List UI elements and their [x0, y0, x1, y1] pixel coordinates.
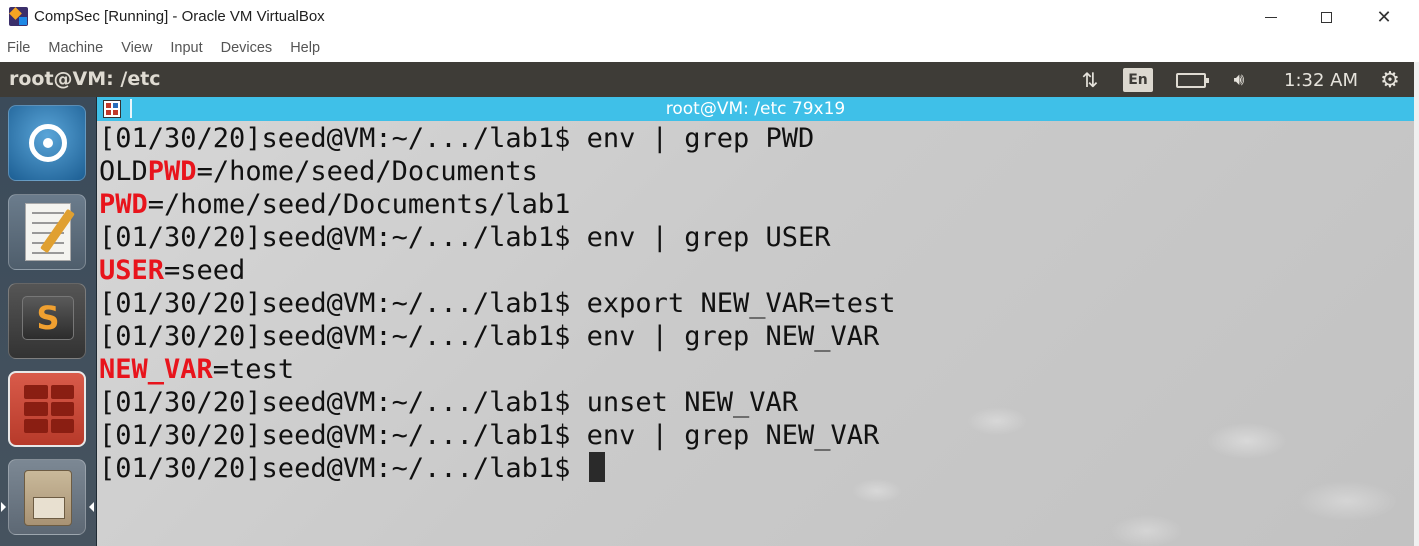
close-icon: ✕ — [1376, 6, 1392, 28]
shell-command: env | grep NEW_VAR — [570, 321, 880, 352]
menu-file[interactable]: File — [7, 40, 30, 56]
volume-icon[interactable]: 🔊︎ — [1222, 68, 1256, 92]
minimize-button[interactable] — [1242, 0, 1300, 34]
shell-command: export NEW_VAR=test — [570, 288, 896, 319]
virtualbox-icon — [9, 7, 28, 26]
output-value: =seed — [164, 255, 246, 286]
terminal-output-line: OLDPWD=/home/seed/Documents — [99, 155, 896, 188]
output-value: =test — [212, 354, 295, 385]
focused-indicator-icon — [89, 502, 94, 512]
host-window-edge — [1414, 62, 1419, 546]
close-button[interactable]: ✕ — [1355, 0, 1413, 34]
terminal-cursor — [588, 452, 605, 482]
network-arrows-icon[interactable]: ⇅ — [1075, 68, 1105, 92]
terminal-command-line: [01/30/20]seed@VM:~/.../lab1$ env | grep… — [99, 419, 896, 452]
grep-match-highlight: PWD — [99, 189, 148, 220]
running-indicator-icon — [1, 502, 6, 512]
sublime-text-icon[interactable]: S — [8, 283, 86, 359]
terminal-output-line: PWD=/home/seed/Documents/lab1 — [99, 188, 896, 221]
terminal-command-line: [01/30/20]seed@VM:~/.../lab1$ — [99, 452, 896, 485]
menu-help[interactable]: Help — [290, 40, 320, 56]
battery-icon[interactable] — [1173, 68, 1209, 92]
shell-prompt: [01/30/20]seed@VM:~/.../lab1$ — [99, 288, 571, 319]
ubuntu-top-panel: root@VM: /etc ⇅ En 🔊︎ 1:32 AM ⚙ — [0, 62, 1414, 97]
gear-icon[interactable]: ⚙ — [1375, 68, 1405, 93]
terminal-output: [01/30/20]seed@VM:~/.../lab1$ env | grep… — [99, 122, 896, 485]
menu-view[interactable]: View — [121, 40, 152, 56]
text-editor-icon[interactable] — [8, 194, 86, 270]
host-titlebar: CompSec [Running] - Oracle VM VirtualBox… — [0, 0, 1419, 34]
keyboard-layout-indicator[interactable]: En — [1123, 68, 1153, 92]
shell-command: env | grep NEW_VAR — [570, 420, 880, 451]
shell-command: env | grep PWD — [570, 123, 815, 154]
terminal-output-line: USER=seed — [99, 254, 896, 287]
menu-devices[interactable]: Devices — [221, 40, 273, 56]
grep-match-highlight: PWD — [147, 156, 197, 187]
grep-match-highlight: USER — [99, 255, 165, 286]
terminal-command-line: [01/30/20]seed@VM:~/.../lab1$ export NEW… — [99, 287, 896, 320]
terminal-command-line: [01/30/20]seed@VM:~/.../lab1$ unset NEW_… — [99, 386, 896, 419]
menu-input[interactable]: Input — [170, 40, 202, 56]
grep-match-highlight: NEW_VAR — [99, 354, 213, 385]
terminal-command-line: [01/30/20]seed@VM:~/.../lab1$ env | grep… — [99, 221, 896, 254]
shell-prompt: [01/30/20]seed@VM:~/.../lab1$ — [99, 222, 571, 253]
output-value: =/home/seed/Documents/lab1 — [147, 189, 571, 220]
output-prefix: OLD — [99, 156, 148, 187]
active-window-title: root@VM: /etc — [9, 68, 161, 90]
terminal-body[interactable]: [01/30/20]seed@VM:~/.../lab1$ env | grep… — [97, 121, 1414, 546]
terminal-icon[interactable] — [8, 371, 86, 447]
terminal-titlebar[interactable]: root@VM: /etc 79x19 — [97, 97, 1414, 121]
shell-prompt: [01/30/20]seed@VM:~/.../lab1$ — [99, 387, 571, 418]
ubuntu-dash-icon[interactable] — [8, 105, 86, 181]
host-menubar: File Machine View Input Devices Help — [0, 34, 1419, 62]
maximize-button[interactable] — [1297, 0, 1355, 34]
terminal-title: root@VM: /etc 79x19 — [665, 99, 846, 119]
unity-launcher: S — [0, 97, 97, 546]
shell-prompt: [01/30/20]seed@VM:~/.../lab1$ — [99, 420, 571, 451]
terminal-output-line: NEW_VAR=test — [99, 353, 896, 386]
shell-prompt: [01/30/20]seed@VM:~/.../lab1$ — [99, 453, 571, 484]
menu-machine[interactable]: Machine — [48, 40, 103, 56]
terminal-command-line: [01/30/20]seed@VM:~/.../lab1$ env | grep… — [99, 122, 896, 155]
shell-prompt: [01/30/20]seed@VM:~/.../lab1$ — [99, 321, 571, 352]
output-value: =/home/seed/Documents — [196, 156, 538, 187]
shell-command: unset NEW_VAR — [570, 387, 798, 418]
shell-command: env | grep USER — [570, 222, 831, 253]
clock[interactable]: 1:32 AM — [1276, 68, 1366, 92]
shell-prompt: [01/30/20]seed@VM:~/.../lab1$ — [99, 123, 571, 154]
window-title: CompSec [Running] - Oracle VM VirtualBox — [34, 8, 325, 25]
terminal-command-line: [01/30/20]seed@VM:~/.../lab1$ env | grep… — [99, 320, 896, 353]
file-manager-icon[interactable] — [8, 459, 86, 535]
shell-command — [570, 453, 586, 484]
minimize-icon — [1265, 16, 1277, 18]
maximize-icon — [1320, 11, 1332, 23]
